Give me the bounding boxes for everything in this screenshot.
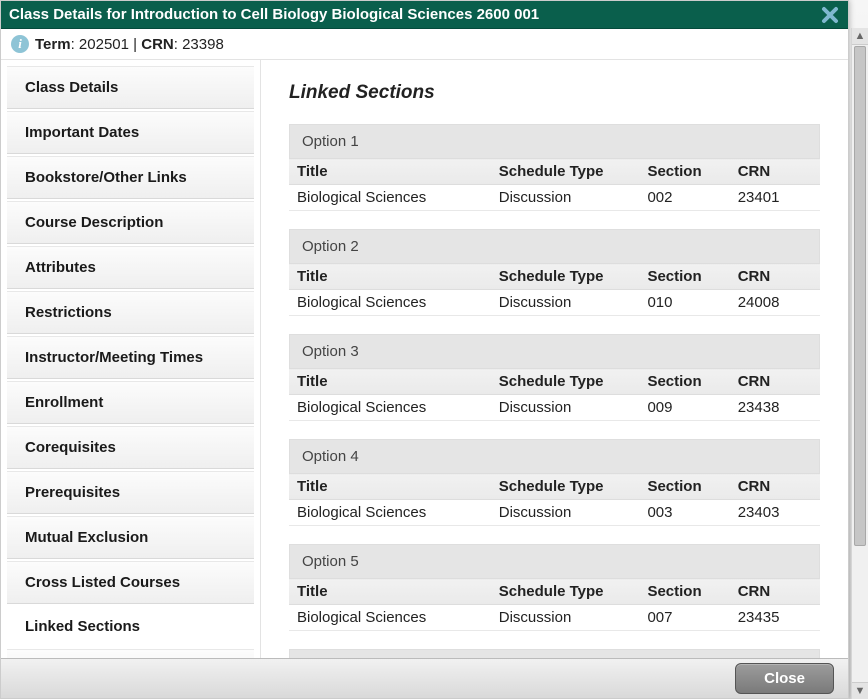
- table-cell: 24008: [730, 290, 820, 316]
- modal-footer: Close: [1, 658, 848, 698]
- sidebar-item[interactable]: Linked Sections: [7, 606, 254, 647]
- column-header: Section: [639, 369, 729, 395]
- option-table: TitleSchedule TypeSectionCRNBiological S…: [289, 473, 820, 526]
- table-cell: 23403: [730, 500, 820, 526]
- table-row: Biological SciencesDiscussion00723435: [289, 605, 820, 631]
- column-header: CRN: [730, 579, 820, 605]
- column-header: Title: [289, 159, 491, 185]
- table-cell: Discussion: [491, 605, 640, 631]
- option-header: Option 1: [289, 124, 820, 158]
- table-row: Biological SciencesDiscussion00323403: [289, 500, 820, 526]
- close-button[interactable]: Close: [735, 663, 834, 694]
- content-pane[interactable]: Linked Sections Option 1TitleSchedule Ty…: [261, 60, 848, 658]
- column-header: Section: [639, 474, 729, 500]
- column-header: CRN: [730, 474, 820, 500]
- option-block: Option 5TitleSchedule TypeSectionCRNBiol…: [289, 544, 820, 631]
- column-header: Schedule Type: [491, 159, 640, 185]
- crn-label: CRN: [141, 36, 174, 53]
- table-cell: 007: [639, 605, 729, 631]
- table-cell: Biological Sciences: [289, 395, 491, 421]
- modal-body: Class DetailsImportant DatesBookstore/Ot…: [1, 60, 848, 658]
- table-row: Biological SciencesDiscussion01024008: [289, 290, 820, 316]
- option-table: TitleSchedule TypeSectionCRNBiological S…: [289, 368, 820, 421]
- info-icon: i: [11, 35, 29, 53]
- column-header: CRN: [730, 264, 820, 290]
- sidebar-item[interactable]: Restrictions: [7, 291, 254, 334]
- table-cell: Biological Sciences: [289, 185, 491, 211]
- option-header: Option 5: [289, 544, 820, 578]
- column-header: Schedule Type: [491, 579, 640, 605]
- table-cell: 009: [639, 395, 729, 421]
- table-cell: Biological Sciences: [289, 500, 491, 526]
- titlebar: Class Details for Introduction to Cell B…: [1, 1, 848, 29]
- option-block: Option 6TitleSchedule TypeSectionCRN: [289, 649, 820, 658]
- table-cell: Biological Sciences: [289, 290, 491, 316]
- scroll-up-arrow[interactable]: ▲: [852, 28, 868, 45]
- crn-value: 23398: [182, 36, 224, 53]
- option-block: Option 1TitleSchedule TypeSectionCRNBiol…: [289, 124, 820, 211]
- modal-title: Class Details for Introduction to Cell B…: [9, 1, 539, 29]
- sidebar-item[interactable]: Enrollment: [7, 381, 254, 424]
- sidebar-item[interactable]: Class Details: [7, 66, 254, 109]
- option-table: TitleSchedule TypeSectionCRNBiological S…: [289, 578, 820, 631]
- table-cell: 23438: [730, 395, 820, 421]
- option-header: Option 4: [289, 439, 820, 473]
- option-header: Option 2: [289, 229, 820, 263]
- sidebar-item[interactable]: Important Dates: [7, 111, 254, 154]
- column-header: Schedule Type: [491, 369, 640, 395]
- option-table: TitleSchedule TypeSectionCRNBiological S…: [289, 263, 820, 316]
- option-block: Option 2TitleSchedule TypeSectionCRNBiol…: [289, 229, 820, 316]
- column-header: Section: [639, 579, 729, 605]
- option-header: Option 3: [289, 334, 820, 368]
- column-header: Section: [639, 264, 729, 290]
- close-icon[interactable]: [820, 5, 840, 25]
- scroll-thumb[interactable]: [854, 46, 866, 546]
- sidebar-item[interactable]: Prerequisites: [7, 471, 254, 514]
- scroll-down-arrow[interactable]: ▼: [852, 682, 868, 699]
- sidebar-item[interactable]: Corequisites: [7, 426, 254, 469]
- term-value: 202501: [79, 36, 129, 53]
- term-bar: i Term: 202501 | CRN: 23398: [1, 29, 848, 60]
- page-scrollbar[interactable]: ▲ ▼: [851, 28, 868, 699]
- option-block: Option 3TitleSchedule TypeSectionCRNBiol…: [289, 334, 820, 421]
- column-header: Title: [289, 264, 491, 290]
- sidebar-item[interactable]: Attributes: [7, 246, 254, 289]
- column-header: Section: [639, 159, 729, 185]
- table-cell: Discussion: [491, 290, 640, 316]
- column-header: CRN: [730, 159, 820, 185]
- linked-sections-list: Option 1TitleSchedule TypeSectionCRNBiol…: [289, 124, 820, 658]
- class-details-modal: Class Details for Introduction to Cell B…: [0, 0, 849, 699]
- column-header: Title: [289, 369, 491, 395]
- column-header: Title: [289, 474, 491, 500]
- option-header: Option 6: [289, 649, 820, 658]
- table-cell: 23435: [730, 605, 820, 631]
- column-header: Schedule Type: [491, 264, 640, 290]
- content-heading: Linked Sections: [289, 82, 820, 104]
- sidebar: Class DetailsImportant DatesBookstore/Ot…: [1, 60, 261, 658]
- sidebar-item[interactable]: Instructor/Meeting Times: [7, 336, 254, 379]
- table-cell: Discussion: [491, 395, 640, 421]
- table-cell: 002: [639, 185, 729, 211]
- sidebar-item[interactable]: Bookstore/Other Links: [7, 156, 254, 199]
- sidebar-item[interactable]: Course Description: [7, 201, 254, 244]
- option-block: Option 4TitleSchedule TypeSectionCRNBiol…: [289, 439, 820, 526]
- table-cell: 23401: [730, 185, 820, 211]
- sidebar-item[interactable]: Cross Listed Courses: [7, 561, 254, 604]
- table-row: Biological SciencesDiscussion00223401: [289, 185, 820, 211]
- column-header: CRN: [730, 369, 820, 395]
- table-cell: Discussion: [491, 185, 640, 211]
- column-header: Schedule Type: [491, 474, 640, 500]
- table-cell: 010: [639, 290, 729, 316]
- sidebar-item[interactable]: Mutual Exclusion: [7, 516, 254, 559]
- table-row: Biological SciencesDiscussion00923438: [289, 395, 820, 421]
- table-cell: Discussion: [491, 500, 640, 526]
- table-cell: 003: [639, 500, 729, 526]
- column-header: Title: [289, 579, 491, 605]
- table-cell: Biological Sciences: [289, 605, 491, 631]
- term-label: Term: [35, 36, 71, 53]
- sidebar-item[interactable]: Fees: [7, 649, 254, 658]
- option-table: TitleSchedule TypeSectionCRNBiological S…: [289, 158, 820, 211]
